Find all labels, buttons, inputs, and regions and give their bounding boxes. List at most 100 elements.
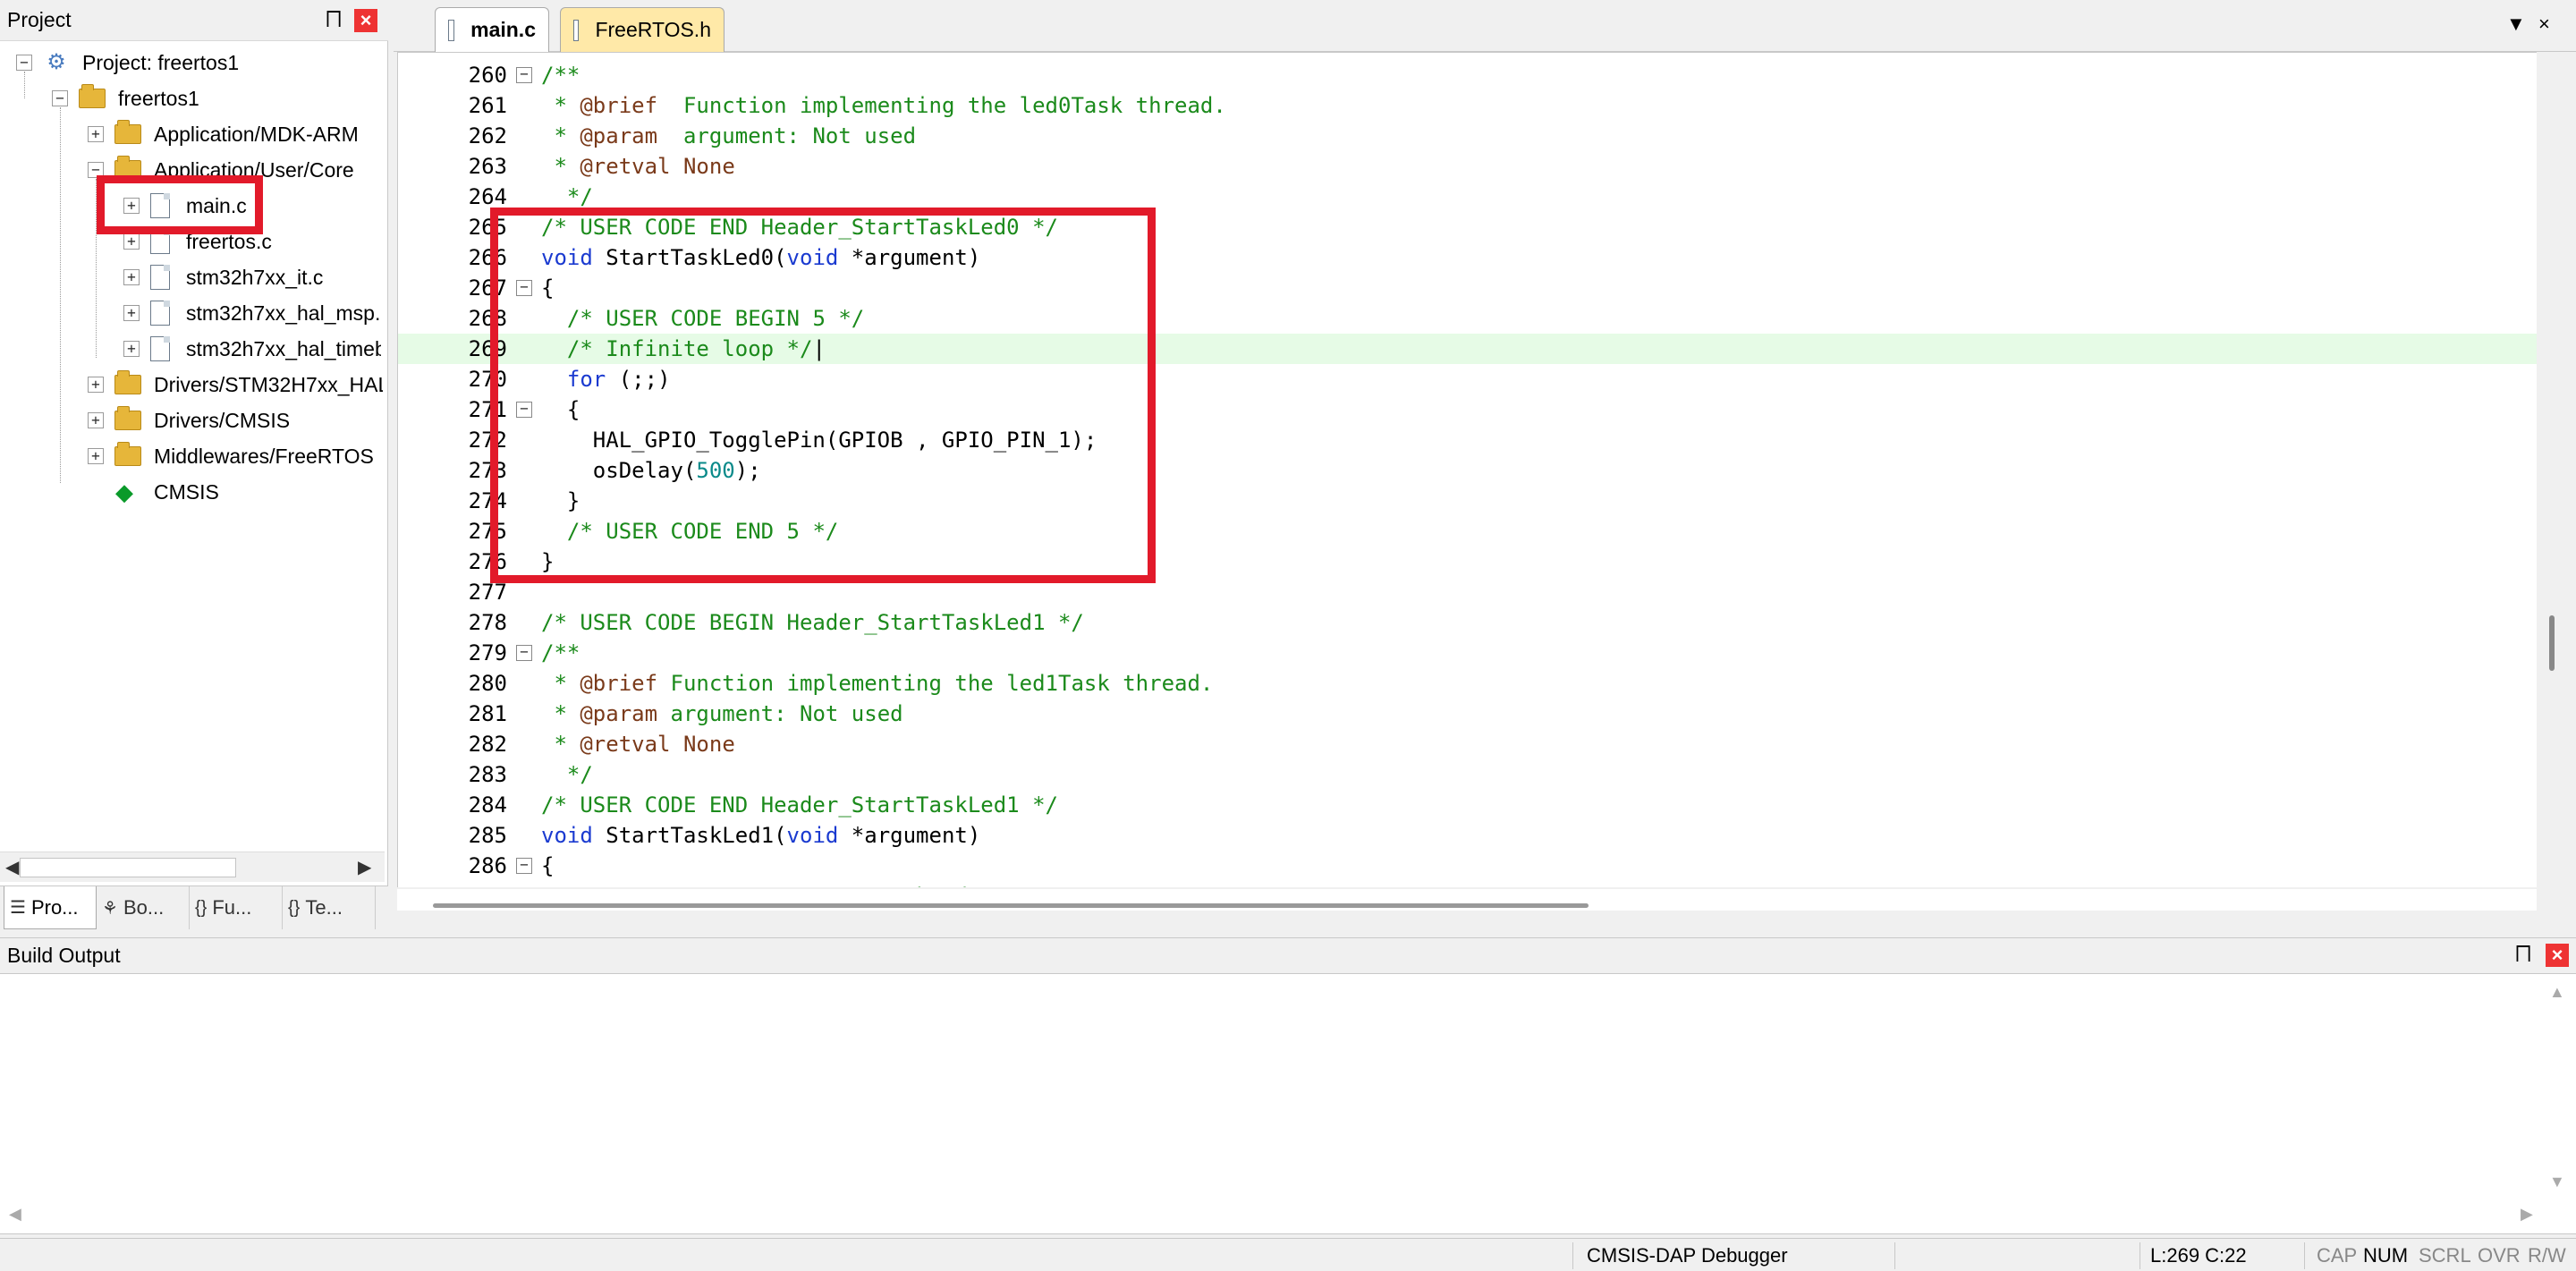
code-line[interactable]: 261 * @brief Function implementing the l… <box>398 90 2537 121</box>
tree-horizontal-scrollbar[interactable]: ◀ ▶ <box>0 852 385 882</box>
tree-item-label: stm32h7xx_it.c <box>186 265 324 289</box>
expand-icon[interactable]: + <box>123 269 140 285</box>
pin-icon[interactable]: ⨅ <box>322 7 345 30</box>
tree-item-file-hal-msp-c[interactable]: + stm32h7xx_hal_msp.c <box>123 295 381 331</box>
tree-item-group-drivers-cmsis[interactable]: + Drivers/CMSIS <box>88 402 290 438</box>
tab-books[interactable]: ⚘ Bo... <box>97 886 190 929</box>
code-line[interactable]: 281 * @param argument: Not used <box>398 699 2537 729</box>
scroll-up-icon[interactable]: ▲ <box>2549 983 2565 1002</box>
editor-horizontal-scrollbar-thumb[interactable] <box>433 903 1589 908</box>
close-icon[interactable]: × <box>354 9 377 32</box>
code-text: * @brief Function implementing the led0T… <box>541 93 1226 118</box>
code-text: /** <box>541 640 580 665</box>
tree-item-label: Drivers/CMSIS <box>154 408 291 432</box>
tree-item-target[interactable]: − freertos1 <box>52 80 199 116</box>
code-text: /* USER CODE BEGIN Header_StartTaskLed1 … <box>541 610 1084 635</box>
status-cursor-position: L:269 C:22 <box>2150 1244 2247 1267</box>
folder-icon <box>114 120 141 144</box>
scroll-left-icon[interactable]: ◀ <box>5 856 19 878</box>
code-line[interactable]: 287 /* USER CODE BEGIN StartTaskLed1 */ <box>398 881 2537 887</box>
fold-toggle-icon[interactable]: − <box>516 67 532 83</box>
file-icon <box>150 336 170 361</box>
line-number: 285 <box>468 823 507 848</box>
expand-icon[interactable]: + <box>123 305 140 321</box>
folder-icon <box>114 406 141 430</box>
code-line[interactable]: 283 */ <box>398 759 2537 790</box>
close-tab-icon[interactable]: × <box>2538 13 2550 36</box>
status-ovr: OVR <box>2478 1244 2521 1267</box>
scroll-left-icon[interactable]: ◀ <box>9 1205 21 1224</box>
close-icon[interactable]: × <box>2546 944 2569 967</box>
code-line[interactable]: 262 * @param argument: Not used <box>398 121 2537 151</box>
code-line[interactable]: 279−/** <box>398 638 2537 668</box>
code-text: */ <box>541 762 593 787</box>
tree-item-label: Project: freertos1 <box>82 50 240 74</box>
collapse-icon[interactable]: − <box>16 55 32 71</box>
expand-icon[interactable]: + <box>88 448 104 464</box>
templates-icon: {} <box>288 897 301 918</box>
fold-toggle-icon[interactable]: − <box>516 645 532 661</box>
books-icon: ⚘ <box>102 898 118 919</box>
line-number: 279 <box>468 640 507 665</box>
code-line[interactable]: 278 /* USER CODE BEGIN Header_StartTaskLe… <box>398 607 2537 638</box>
tree-item-label: stm32h7xx_hal_timeb <box>186 336 381 360</box>
scrollbar-thumb[interactable] <box>20 858 236 877</box>
line-number: 263 <box>468 154 507 179</box>
tree-item-file-it-c[interactable]: + stm32h7xx_it.c <box>123 259 323 295</box>
line-number: 260 <box>468 63 507 88</box>
folder-icon <box>114 442 141 466</box>
project-panel-title: Project <box>7 8 72 31</box>
tree-item-label: CMSIS <box>154 479 219 504</box>
tab-freertos-h[interactable]: FreeRTOS.h <box>560 7 724 52</box>
tree-item-group-mdk-arm[interactable]: + Application/MDK-ARM <box>88 116 359 152</box>
line-number: 278 <box>468 610 507 635</box>
line-number: 261 <box>468 93 507 118</box>
tab-main-c[interactable]: main.c <box>435 7 549 52</box>
tree-item-project-root[interactable]: − ⚙ Project: freertos1 <box>16 45 239 80</box>
code-line[interactable]: 280 * @brief Function implementing the l… <box>398 668 2537 699</box>
expand-icon[interactable]: + <box>88 412 104 428</box>
build-output-title: Build Output <box>7 944 121 967</box>
file-icon <box>448 19 455 41</box>
line-number: 281 <box>468 701 507 726</box>
code-line[interactable]: 284 /* USER CODE END Header_StartTaskLed1… <box>398 790 2537 820</box>
expand-icon[interactable]: + <box>88 377 104 393</box>
expand-icon[interactable]: + <box>123 341 140 357</box>
code-text: * @retval None <box>541 732 735 757</box>
code-line[interactable]: 260−/** <box>398 60 2537 90</box>
fold-toggle-icon[interactable]: − <box>516 858 532 874</box>
code-text: /* USER CODE END Header_StartTaskLed1 */ <box>541 792 1058 818</box>
code-line[interactable]: 263 * @retval None <box>398 151 2537 182</box>
tab-functions[interactable]: {} Fu... <box>190 886 283 929</box>
tree-item-label: Middlewares/FreeRTOS <box>154 444 374 468</box>
line-number: 262 <box>468 123 507 148</box>
line-number: 287 <box>398 881 507 887</box>
tree-item-file-hal-timebase[interactable]: + stm32h7xx_hal_timeb <box>123 331 381 367</box>
tree-item-group-drivers-hal[interactable]: + Drivers/STM32H7xx_HAL_ <box>88 367 383 402</box>
code-line[interactable]: 285 void StartTaskLed1(void *argument) <box>398 820 2537 851</box>
folder-icon <box>114 370 141 394</box>
expand-icon[interactable]: + <box>88 126 104 142</box>
project-panel: Project ⨅ × − ⚙ Project: freertos1 − fre… <box>0 0 388 930</box>
tree-item-cmsis[interactable]: ◆ CMSIS <box>113 474 219 510</box>
tree-item-group-middlewares[interactable]: + Middlewares/FreeRTOS <box>88 438 374 474</box>
target-folder-icon <box>79 84 106 108</box>
code-line[interactable]: 282 * @retval None <box>398 729 2537 759</box>
expand-icon[interactable]: + <box>123 233 140 250</box>
scroll-right-icon[interactable]: ▶ <box>358 856 371 878</box>
tab-project[interactable]: ☰ Pro... <box>4 886 97 929</box>
scroll-down-icon[interactable]: ▼ <box>2549 1173 2565 1191</box>
scroll-right-icon[interactable]: ▶ <box>2521 1205 2533 1224</box>
pin-icon[interactable]: ⨅ <box>2512 942 2535 965</box>
tab-templates[interactable]: {} Te... <box>283 886 376 929</box>
tab-list-dropdown-icon[interactable]: ▼ <box>2506 13 2526 36</box>
build-output-header: Build Output ⨅ × <box>0 937 2576 971</box>
code-line[interactable]: 286−{ <box>398 851 2537 881</box>
editor-vertical-scrollbar-thumb[interactable] <box>2549 615 2555 671</box>
code-text: * @param argument: Not used <box>541 701 903 726</box>
annotation-highlight-code <box>490 208 1156 583</box>
file-icon <box>150 301 170 326</box>
status-rw: R/W <box>2528 1244 2566 1267</box>
collapse-icon[interactable]: − <box>52 90 68 106</box>
build-output-panel[interactable]: ▲ ▼ ◀ ▶ <box>0 973 2576 1234</box>
